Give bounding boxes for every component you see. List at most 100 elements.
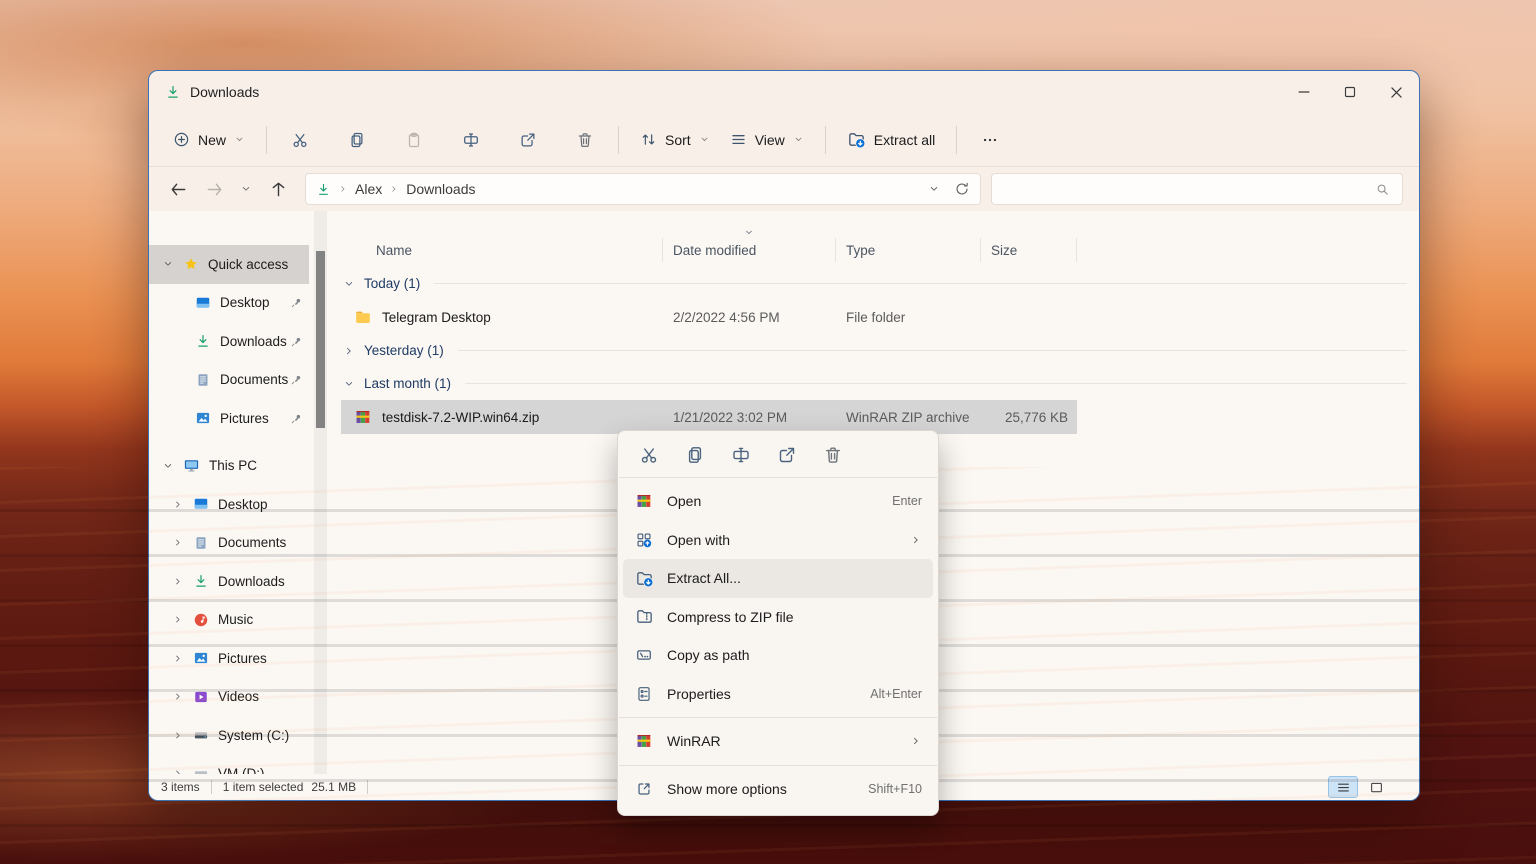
share-button[interactable] bbox=[777, 445, 797, 465]
menu-item-extract-all[interactable]: Extract All... bbox=[623, 559, 933, 598]
chevron-right-icon[interactable] bbox=[171, 614, 185, 625]
sidebar-item-pc-pictures[interactable]: Pictures bbox=[149, 639, 309, 678]
chevron-right-icon[interactable] bbox=[171, 653, 185, 664]
chevron-right-icon[interactable] bbox=[171, 691, 185, 702]
column-header-name[interactable]: Name bbox=[341, 238, 663, 262]
chevron-down-icon[interactable] bbox=[343, 278, 355, 290]
menu-shortcut: Shift+F10 bbox=[868, 782, 922, 796]
refresh-icon[interactable] bbox=[954, 181, 970, 197]
cut-button[interactable] bbox=[639, 445, 659, 465]
group-label: Last month (1) bbox=[364, 376, 451, 391]
group-header-last-month[interactable]: Last month (1) bbox=[341, 367, 1409, 400]
delete-button[interactable] bbox=[823, 445, 843, 465]
chevron-down-icon[interactable] bbox=[343, 378, 355, 390]
recent-locations-button[interactable] bbox=[237, 175, 255, 203]
extract-all-button[interactable]: Extract all bbox=[837, 122, 945, 158]
forward-button[interactable] bbox=[201, 175, 227, 203]
sidebar-item-label: System (C:) bbox=[218, 728, 289, 743]
chevron-right-icon[interactable] bbox=[171, 499, 185, 510]
menu-item-open-with[interactable]: Open with bbox=[623, 521, 933, 560]
rename-button[interactable] bbox=[449, 122, 493, 158]
sidebar-item-desktop[interactable]: Desktop bbox=[149, 284, 309, 323]
chevron-right-icon[interactable] bbox=[171, 576, 185, 587]
pin-icon bbox=[290, 373, 303, 386]
rename-button[interactable] bbox=[731, 445, 751, 465]
breadcrumb-item-downloads[interactable]: Downloads bbox=[406, 181, 475, 197]
maximize-button[interactable] bbox=[1327, 71, 1373, 113]
sidebar-item-downloads[interactable]: Downloads bbox=[149, 322, 309, 361]
more-options-button[interactable] bbox=[968, 122, 1012, 158]
sidebar-item-pc-system-drive[interactable]: System (C:) bbox=[149, 716, 309, 755]
group-header-yesterday[interactable]: Yesterday (1) bbox=[341, 334, 1409, 367]
extract-folder-icon bbox=[635, 569, 654, 588]
back-button[interactable] bbox=[165, 175, 191, 203]
file-row-telegram-desktop[interactable]: Telegram Desktop 2/2/2022 4:56 PM File f… bbox=[341, 300, 1077, 334]
share-button[interactable] bbox=[506, 122, 550, 158]
minimize-button[interactable] bbox=[1281, 71, 1327, 113]
sidebar-item-documents[interactable]: Documents bbox=[149, 361, 309, 400]
delete-button[interactable] bbox=[563, 122, 607, 158]
copy-button[interactable] bbox=[685, 445, 705, 465]
file-row-testdisk-zip[interactable]: testdisk-7.2-WIP.win64.zip 1/21/2022 3:0… bbox=[341, 400, 1077, 434]
paste-button[interactable] bbox=[392, 122, 436, 158]
menu-item-compress-to-zip[interactable]: Compress to ZIP file bbox=[623, 598, 933, 637]
toolbar-divider bbox=[618, 126, 619, 154]
search-box[interactable] bbox=[991, 173, 1403, 205]
column-header-type[interactable]: Type bbox=[836, 238, 981, 262]
sidebar-item-pc-desktop[interactable]: Desktop bbox=[149, 485, 309, 524]
videos-icon bbox=[193, 689, 209, 705]
toolbar-divider bbox=[825, 126, 826, 154]
view-button[interactable]: View bbox=[720, 122, 814, 158]
sidebar-item-quick-access[interactable]: Quick access bbox=[149, 245, 309, 284]
new-button[interactable]: New bbox=[163, 122, 255, 158]
chevron-right-icon[interactable] bbox=[171, 768, 185, 774]
group-divider-line bbox=[434, 283, 1407, 284]
menu-item-open[interactable]: Open Enter bbox=[623, 482, 933, 521]
cut-button[interactable] bbox=[278, 122, 322, 158]
chevron-down-icon bbox=[699, 134, 710, 145]
up-button[interactable] bbox=[265, 175, 291, 203]
chevron-right-icon[interactable] bbox=[343, 345, 355, 357]
menu-item-copy-as-path[interactable]: Copy as path bbox=[623, 636, 933, 675]
sidebar-item-pc-downloads[interactable]: Downloads bbox=[149, 562, 309, 601]
sidebar-item-this-pc[interactable]: This PC bbox=[149, 447, 309, 486]
sort-button[interactable]: Sort bbox=[630, 122, 720, 158]
cut-icon bbox=[639, 445, 659, 465]
breadcrumb-item-user[interactable]: Alex bbox=[355, 181, 382, 197]
trash-icon bbox=[576, 131, 594, 149]
sort-button-label: Sort bbox=[665, 132, 691, 148]
chevron-down-icon[interactable] bbox=[161, 460, 175, 472]
chevron-right-icon[interactable] bbox=[171, 730, 185, 741]
back-arrow-icon bbox=[169, 180, 188, 199]
share-icon bbox=[777, 445, 797, 465]
chevron-down-icon[interactable] bbox=[928, 183, 940, 195]
chevron-right-icon[interactable] bbox=[171, 537, 185, 548]
command-bar: New Sort View Ext bbox=[149, 113, 1419, 167]
menu-item-show-more-options[interactable]: Show more options Shift+F10 bbox=[623, 770, 933, 809]
menu-separator bbox=[619, 765, 937, 766]
sidebar-scrollbar-thumb[interactable] bbox=[316, 251, 325, 428]
column-header-size[interactable]: Size bbox=[981, 238, 1077, 262]
breadcrumb[interactable]: Alex Downloads bbox=[305, 173, 981, 205]
sort-descending-icon bbox=[744, 227, 755, 238]
search-input[interactable] bbox=[1004, 182, 1375, 197]
details-view-button[interactable] bbox=[1328, 776, 1358, 798]
sidebar-item-pc-vm-drive[interactable]: VM (D:) bbox=[149, 755, 309, 775]
menu-item-winrar[interactable]: WinRAR bbox=[623, 722, 933, 761]
group-header-today[interactable]: Today (1) bbox=[341, 267, 1409, 300]
sidebar-item-label: Music bbox=[218, 612, 253, 627]
column-header-date-modified[interactable]: Date modified bbox=[663, 238, 836, 262]
copy-button[interactable] bbox=[335, 122, 379, 158]
sidebar-item-pc-documents[interactable]: Documents bbox=[149, 524, 309, 563]
chevron-down-icon[interactable] bbox=[161, 258, 175, 270]
large-icons-view-button[interactable] bbox=[1361, 776, 1391, 798]
close-button[interactable] bbox=[1373, 71, 1419, 113]
computer-icon bbox=[183, 457, 200, 474]
sidebar-item-pictures[interactable]: Pictures bbox=[149, 399, 309, 438]
plus-circle-icon bbox=[173, 131, 190, 148]
chevron-right-icon bbox=[910, 735, 922, 747]
sidebar-item-pc-music[interactable]: Music bbox=[149, 601, 309, 640]
sidebar-item-pc-videos[interactable]: Videos bbox=[149, 678, 309, 717]
menu-item-properties[interactable]: Properties Alt+Enter bbox=[623, 675, 933, 714]
sidebar-scrollbar[interactable] bbox=[314, 211, 327, 774]
